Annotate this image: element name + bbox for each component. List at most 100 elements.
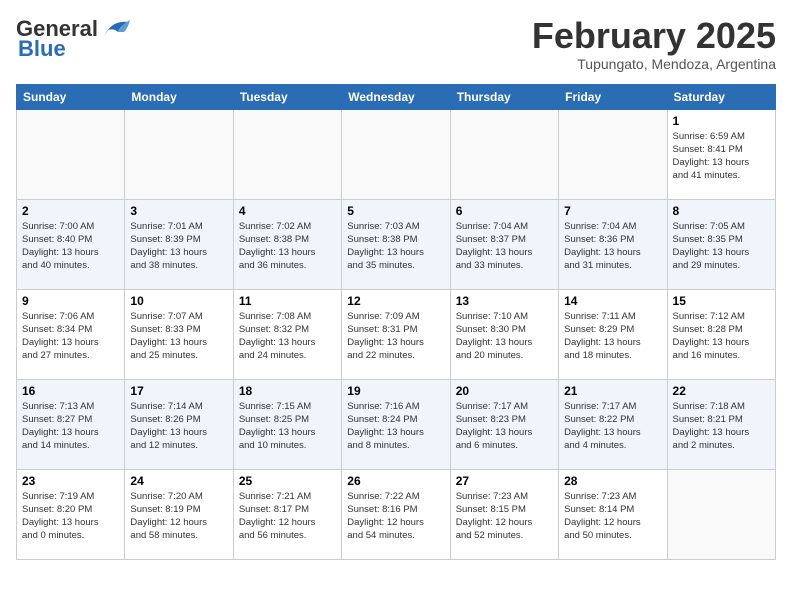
calendar-cell: 24 Sunrise: 7:20 AM Sunset: 8:19 PM Dayli… (125, 469, 233, 559)
calendar-cell: 4 Sunrise: 7:02 AM Sunset: 8:38 PM Daylig… (233, 199, 341, 289)
day-info: Sunrise: 7:04 AM Sunset: 8:37 PM Dayligh… (456, 220, 553, 273)
calendar-header-row: SundayMondayTuesdayWednesdayThursdayFrid… (17, 84, 776, 109)
day-number: 1 (673, 114, 770, 128)
day-number: 16 (22, 384, 119, 398)
calendar-cell (233, 109, 341, 199)
calendar-cell: 27Sunrise: 7:23 AM Sunset: 8:15 PM Dayli… (450, 469, 558, 559)
column-header-wednesday: Wednesday (342, 84, 450, 109)
calendar-week-row: 2Sunrise: 7:00 AM Sunset: 8:40 PM Daylig… (17, 199, 776, 289)
calendar-cell (667, 469, 775, 559)
calendar-subtitle: Tupungato, Mendoza, Argentina (532, 56, 776, 72)
calendar-cell (559, 109, 667, 199)
day-number: 3 (130, 204, 227, 218)
day-number: 4 (239, 204, 336, 218)
day-number: 21 (564, 384, 661, 398)
day-info: Sunrise: 7:17 AM Sunset: 8:22 PM Dayligh… (564, 400, 661, 453)
day-number: 15 (673, 294, 770, 308)
calendar-table: SundayMondayTuesdayWednesdayThursdayFrid… (16, 84, 776, 560)
day-number: 5 (347, 204, 444, 218)
calendar-cell: 11 Sunrise: 7:08 AM Sunset: 8:32 PM Dayli… (233, 289, 341, 379)
calendar-cell: 14Sunrise: 7:11 AM Sunset: 8:29 PM Dayli… (559, 289, 667, 379)
day-info: Sunrise: 7:18 AM Sunset: 8:21 PM Dayligh… (673, 400, 770, 453)
day-info: Sunrise: 7:17 AM Sunset: 8:23 PM Dayligh… (456, 400, 553, 453)
column-header-monday: Monday (125, 84, 233, 109)
day-info: Sunrise: 7:10 AM Sunset: 8:30 PM Dayligh… (456, 310, 553, 363)
day-number: 14 (564, 294, 661, 308)
title-block: February 2025 Tupungato, Mendoza, Argent… (532, 16, 776, 72)
day-info: Sunrise: 6:59 AM Sunset: 8:41 PM Dayligh… (673, 130, 770, 183)
logo-bird-icon (100, 18, 132, 40)
day-number: 22 (673, 384, 770, 398)
day-number: 17 (130, 384, 227, 398)
day-info: Sunrise: 7:15 AM Sunset: 8:25 PM Dayligh… (239, 400, 336, 453)
calendar-week-row: 23 Sunrise: 7:19 AM Sunset: 8:20 PM Dayli… (17, 469, 776, 559)
day-number: 12 (347, 294, 444, 308)
day-info: Sunrise: 7:05 AM Sunset: 8:35 PM Dayligh… (673, 220, 770, 273)
day-number: 23 (22, 474, 119, 488)
calendar-cell: 7Sunrise: 7:04 AM Sunset: 8:36 PM Daylig… (559, 199, 667, 289)
day-info: Sunrise: 7:16 AM Sunset: 8:24 PM Dayligh… (347, 400, 444, 453)
day-number: 20 (456, 384, 553, 398)
day-number: 28 (564, 474, 661, 488)
calendar-cell: 15 Sunrise: 7:12 AM Sunset: 8:28 PM Dayli… (667, 289, 775, 379)
calendar-cell: 22 Sunrise: 7:18 AM Sunset: 8:21 PM Dayli… (667, 379, 775, 469)
day-info: Sunrise: 7:04 AM Sunset: 8:36 PM Dayligh… (564, 220, 661, 273)
calendar-title: February 2025 (532, 16, 776, 56)
calendar-cell: 25 Sunrise: 7:21 AM Sunset: 8:17 PM Dayli… (233, 469, 341, 559)
calendar-cell: 5 Sunrise: 7:03 AM Sunset: 8:38 PM Daylig… (342, 199, 450, 289)
calendar-cell: 17 Sunrise: 7:14 AM Sunset: 8:26 PM Dayli… (125, 379, 233, 469)
day-number: 18 (239, 384, 336, 398)
calendar-cell: 10 Sunrise: 7:07 AM Sunset: 8:33 PM Dayli… (125, 289, 233, 379)
calendar-cell: 23 Sunrise: 7:19 AM Sunset: 8:20 PM Dayli… (17, 469, 125, 559)
day-info: Sunrise: 7:01 AM Sunset: 8:39 PM Dayligh… (130, 220, 227, 273)
calendar-cell: 9 Sunrise: 7:06 AM Sunset: 8:34 PM Daylig… (17, 289, 125, 379)
column-header-friday: Friday (559, 84, 667, 109)
day-number: 2 (22, 204, 119, 218)
day-number: 6 (456, 204, 553, 218)
day-number: 11 (239, 294, 336, 308)
calendar-cell: 21 Sunrise: 7:17 AM Sunset: 8:22 PM Dayli… (559, 379, 667, 469)
day-number: 19 (347, 384, 444, 398)
day-info: Sunrise: 7:03 AM Sunset: 8:38 PM Dayligh… (347, 220, 444, 273)
calendar-cell: 6 Sunrise: 7:04 AM Sunset: 8:37 PM Daylig… (450, 199, 558, 289)
day-info: Sunrise: 7:06 AM Sunset: 8:34 PM Dayligh… (22, 310, 119, 363)
day-number: 8 (673, 204, 770, 218)
calendar-cell: 16 Sunrise: 7:13 AM Sunset: 8:27 PM Dayli… (17, 379, 125, 469)
day-number: 24 (130, 474, 227, 488)
day-info: Sunrise: 7:13 AM Sunset: 8:27 PM Dayligh… (22, 400, 119, 453)
calendar-cell: 19 Sunrise: 7:16 AM Sunset: 8:24 PM Dayli… (342, 379, 450, 469)
calendar-week-row: 16 Sunrise: 7:13 AM Sunset: 8:27 PM Dayli… (17, 379, 776, 469)
calendar-cell: 28 Sunrise: 7:23 AM Sunset: 8:14 PM Dayli… (559, 469, 667, 559)
column-header-sunday: Sunday (17, 84, 125, 109)
calendar-cell (342, 109, 450, 199)
day-info: Sunrise: 7:19 AM Sunset: 8:20 PM Dayligh… (22, 490, 119, 543)
day-number: 26 (347, 474, 444, 488)
day-info: Sunrise: 7:12 AM Sunset: 8:28 PM Dayligh… (673, 310, 770, 363)
calendar-cell: 1 Sunrise: 6:59 AM Sunset: 8:41 PM Daylig… (667, 109, 775, 199)
day-number: 27 (456, 474, 553, 488)
day-number: 25 (239, 474, 336, 488)
logo-text-blue: Blue (18, 36, 66, 62)
day-info: Sunrise: 7:14 AM Sunset: 8:26 PM Dayligh… (130, 400, 227, 453)
calendar-cell: 20 Sunrise: 7:17 AM Sunset: 8:23 PM Dayli… (450, 379, 558, 469)
day-number: 13 (456, 294, 553, 308)
day-info: Sunrise: 7:20 AM Sunset: 8:19 PM Dayligh… (130, 490, 227, 543)
day-info: Sunrise: 7:08 AM Sunset: 8:32 PM Dayligh… (239, 310, 336, 363)
day-info: Sunrise: 7:22 AM Sunset: 8:16 PM Dayligh… (347, 490, 444, 543)
calendar-cell: 3 Sunrise: 7:01 AM Sunset: 8:39 PM Daylig… (125, 199, 233, 289)
day-number: 9 (22, 294, 119, 308)
day-info: Sunrise: 7:07 AM Sunset: 8:33 PM Dayligh… (130, 310, 227, 363)
day-info: Sunrise: 7:23 AM Sunset: 8:14 PM Dayligh… (564, 490, 661, 543)
page-header: General Blue February 2025 Tupungato, Me… (16, 16, 776, 72)
day-info: Sunrise: 7:09 AM Sunset: 8:31 PM Dayligh… (347, 310, 444, 363)
column-header-tuesday: Tuesday (233, 84, 341, 109)
day-number: 10 (130, 294, 227, 308)
day-info: Sunrise: 7:21 AM Sunset: 8:17 PM Dayligh… (239, 490, 336, 543)
calendar-cell (125, 109, 233, 199)
column-header-thursday: Thursday (450, 84, 558, 109)
calendar-cell: 8 Sunrise: 7:05 AM Sunset: 8:35 PM Daylig… (667, 199, 775, 289)
day-info: Sunrise: 7:02 AM Sunset: 8:38 PM Dayligh… (239, 220, 336, 273)
calendar-cell (17, 109, 125, 199)
column-header-saturday: Saturday (667, 84, 775, 109)
calendar-cell: 12 Sunrise: 7:09 AM Sunset: 8:31 PM Dayli… (342, 289, 450, 379)
